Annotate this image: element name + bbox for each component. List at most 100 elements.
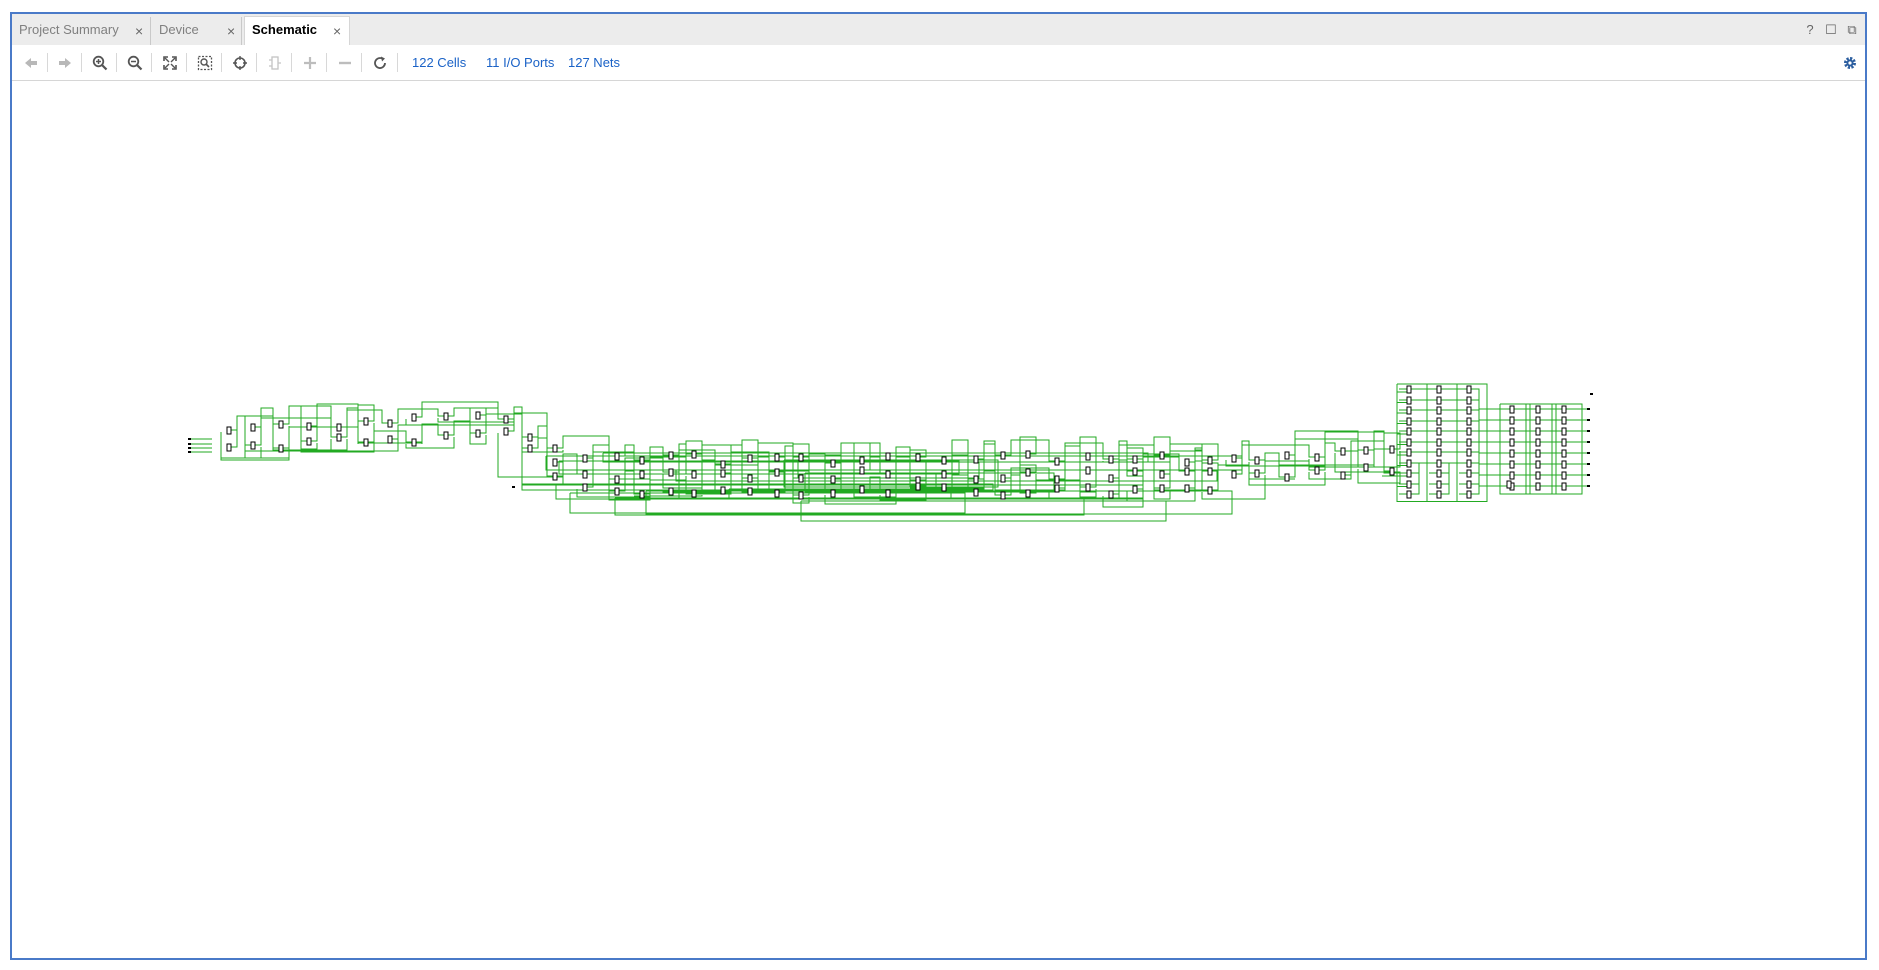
net-wire[interactable] (1368, 448, 1390, 472)
cell[interactable] (1436, 490, 1442, 499)
net-wire[interactable] (557, 453, 583, 475)
cell[interactable] (639, 490, 645, 499)
zoom-in-button[interactable] (89, 52, 111, 74)
cell[interactable] (639, 456, 645, 465)
io-ports-link[interactable]: 11 I/O Ports (486, 55, 554, 70)
cell[interactable] (1561, 405, 1567, 414)
io-port[interactable] (1587, 463, 1590, 465)
cell[interactable] (973, 488, 979, 497)
close-icon[interactable]: × (333, 18, 341, 44)
cell[interactable] (859, 485, 865, 494)
net-wire[interactable] (1345, 450, 1364, 476)
cell[interactable] (941, 483, 947, 492)
cell[interactable] (798, 474, 804, 483)
cell[interactable] (1561, 482, 1567, 491)
cell[interactable] (552, 444, 558, 453)
cell[interactable] (1406, 427, 1412, 436)
cell[interactable] (552, 472, 558, 481)
cell[interactable] (941, 470, 947, 479)
close-icon[interactable]: × (135, 18, 143, 44)
back-button[interactable] (20, 52, 42, 74)
io-port[interactable] (188, 443, 191, 445)
cell[interactable] (250, 423, 256, 432)
cell[interactable] (885, 489, 891, 498)
net-wire[interactable] (1471, 388, 1510, 410)
cells-link[interactable]: 122 Cells (412, 55, 466, 70)
cell[interactable] (1466, 480, 1472, 489)
net-wire[interactable] (1411, 462, 1437, 474)
tab-device[interactable]: Device × (152, 17, 242, 45)
cell[interactable] (1436, 438, 1442, 447)
tab-schematic[interactable]: Schematic × (244, 16, 350, 46)
cell[interactable] (278, 420, 284, 429)
cell[interactable] (1085, 466, 1091, 475)
cell[interactable] (1561, 460, 1567, 469)
cell[interactable] (1561, 471, 1567, 480)
net-wire[interactable] (644, 456, 692, 475)
cell[interactable] (1207, 486, 1213, 495)
cell[interactable] (614, 475, 620, 484)
cell[interactable] (1184, 484, 1190, 493)
cell[interactable] (226, 443, 232, 452)
cell[interactable] (1466, 490, 1472, 499)
cell[interactable] (582, 483, 588, 492)
cell[interactable] (747, 474, 753, 483)
cell[interactable] (1108, 474, 1114, 483)
cell[interactable] (1406, 396, 1412, 405)
cell[interactable] (1406, 459, 1412, 468)
cell[interactable] (226, 426, 232, 435)
cell[interactable] (1184, 467, 1190, 476)
cell[interactable] (830, 459, 836, 468)
tab-project-summary[interactable]: Project Summary × (12, 17, 151, 45)
cell[interactable] (1436, 385, 1442, 394)
cell[interactable] (527, 433, 533, 442)
net-wire[interactable] (392, 424, 444, 440)
float-icon[interactable]: ⧉ (1845, 22, 1859, 38)
cell[interactable] (1207, 467, 1213, 476)
cell[interactable] (1466, 427, 1472, 436)
cell[interactable] (798, 453, 804, 462)
cell[interactable] (582, 454, 588, 463)
net-wire[interactable] (1278, 452, 1375, 466)
schematic-diagram[interactable] (12, 81, 1865, 958)
cell[interactable] (830, 489, 836, 498)
io-port[interactable] (1587, 485, 1590, 487)
io-port[interactable] (1587, 441, 1590, 443)
cell[interactable] (1561, 427, 1567, 436)
io-port[interactable] (1590, 393, 1593, 395)
cell[interactable] (387, 419, 393, 428)
cell[interactable] (1363, 463, 1369, 472)
cell[interactable] (1254, 469, 1260, 478)
cell[interactable] (774, 489, 780, 498)
net-wire[interactable] (416, 423, 444, 443)
help-icon[interactable]: ? (1803, 22, 1817, 38)
net-wire[interactable] (853, 442, 871, 490)
cell[interactable] (1466, 438, 1472, 447)
net-wire[interactable] (779, 445, 799, 458)
cell[interactable] (1466, 417, 1472, 426)
cell[interactable] (1466, 385, 1472, 394)
io-port[interactable] (1587, 430, 1590, 432)
net-wire[interactable] (558, 460, 960, 475)
cell[interactable] (1025, 489, 1031, 498)
cell[interactable] (614, 452, 620, 461)
zoom-area-button[interactable] (194, 52, 216, 74)
net-wire[interactable] (569, 492, 966, 514)
cell[interactable] (1509, 449, 1515, 458)
cell[interactable] (1535, 482, 1541, 491)
zoom-out-button[interactable] (124, 52, 146, 74)
cell[interactable] (336, 423, 342, 432)
cell[interactable] (1000, 474, 1006, 483)
net-wire[interactable] (1236, 444, 1315, 459)
cell[interactable] (1436, 427, 1442, 436)
io-port[interactable] (1587, 452, 1590, 454)
cell[interactable] (1466, 448, 1472, 457)
cell[interactable] (503, 415, 509, 424)
cell[interactable] (1108, 490, 1114, 499)
cell[interactable] (336, 433, 342, 442)
cell[interactable] (1207, 456, 1213, 465)
cell[interactable] (1535, 427, 1541, 436)
net-wire[interactable] (645, 490, 1233, 515)
cell[interactable] (1509, 427, 1515, 436)
cell[interactable] (1406, 385, 1412, 394)
